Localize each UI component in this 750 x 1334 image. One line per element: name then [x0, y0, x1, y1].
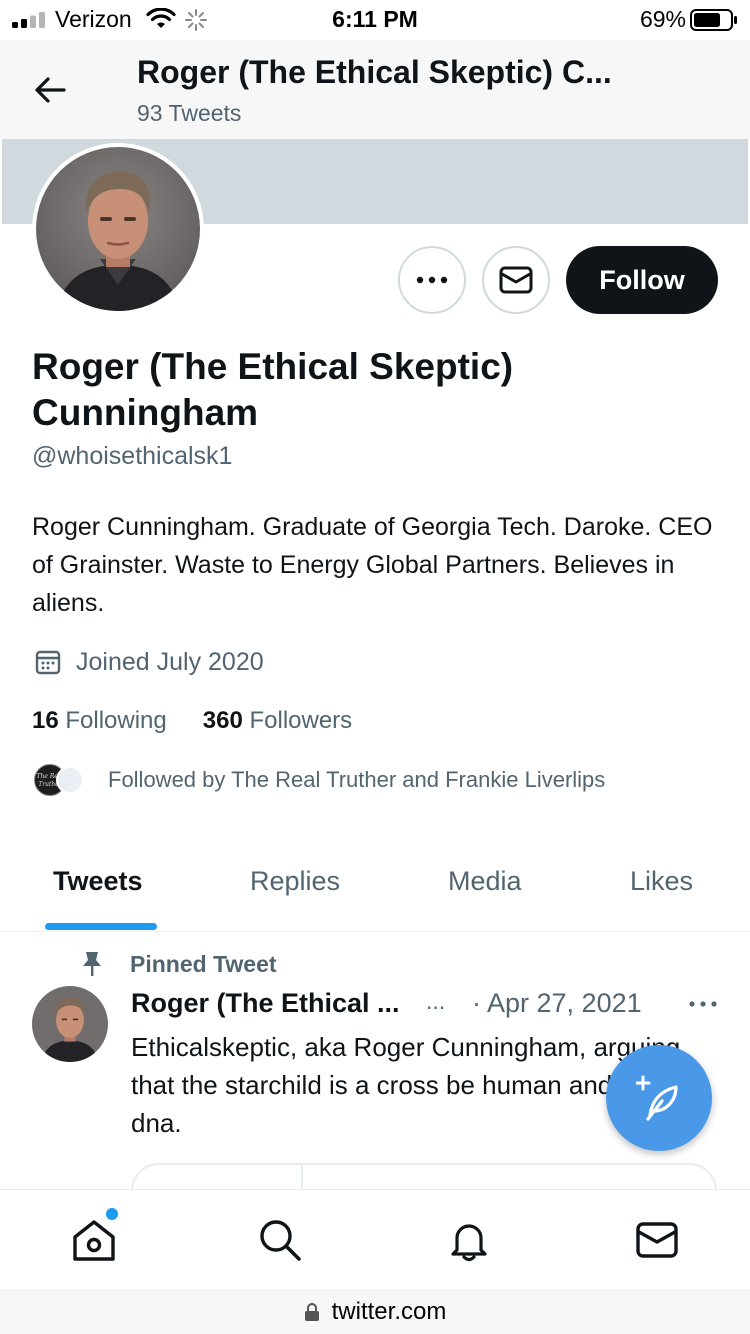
- compose-feather-icon: [636, 1075, 678, 1121]
- nav-notifications[interactable]: [445, 1216, 493, 1264]
- battery-percent: 69%: [639, 6, 686, 32]
- tweet-author-name[interactable]: Roger (The Ethical ...: [131, 988, 400, 1019]
- following-count: 16: [32, 707, 59, 734]
- tweet-date[interactable]: · Apr 27, 2021: [472, 988, 642, 1019]
- battery-icon: [690, 9, 737, 31]
- profile-avatar[interactable]: [32, 143, 204, 315]
- lock-icon: [304, 1302, 319, 1321]
- followed-by-avatars: The Real Truther: [32, 762, 108, 798]
- followed-by-text: Followed by The Real Truther and Frankie…: [108, 767, 606, 792]
- tweet-handle-truncated: ...: [426, 988, 446, 1014]
- more-options-button[interactable]: [398, 246, 466, 314]
- profile-bio: Roger Cunningham. Graduate of Georgia Te…: [32, 513, 713, 617]
- profile-tabs: Tweets Replies Media Likes: [0, 850, 750, 932]
- mail-icon: [636, 1222, 678, 1258]
- followers-link[interactable]: 360 Followers: [203, 707, 352, 735]
- tab-replies[interactable]: Replies: [250, 866, 340, 897]
- mail-icon: [499, 266, 533, 294]
- profile-header-bar: Roger (The Ethical Skeptic) C... 93 Twee…: [0, 40, 750, 139]
- following-label: Following: [65, 707, 167, 734]
- more-dots-icon: [689, 1001, 717, 1007]
- tweet-more-button[interactable]: [686, 990, 720, 1018]
- browser-url-bar[interactable]: twitter.com: [0, 1289, 750, 1334]
- bell-icon: [451, 1224, 487, 1262]
- tab-tweets[interactable]: Tweets: [53, 866, 143, 897]
- header-tweet-count: 93 Tweets: [137, 100, 242, 126]
- profile-name: Roger (The Ethical Skeptic) Cunningham: [32, 346, 514, 433]
- pin-icon: [83, 952, 101, 976]
- joined-text: Joined July 2020: [76, 647, 264, 676]
- tab-likes[interactable]: Likes: [630, 866, 693, 897]
- more-dots-icon: [416, 276, 448, 284]
- status-bar: Verizon 6:11 PM 69%: [0, 0, 750, 40]
- followers-count: 360: [202, 707, 243, 734]
- url-domain: twitter.com: [331, 1297, 447, 1325]
- bottom-navigation: [0, 1189, 750, 1289]
- joined-date: Joined July 2020: [34, 645, 264, 679]
- follow-button[interactable]: Follow: [566, 246, 718, 314]
- tweet-author-avatar[interactable]: [32, 986, 108, 1062]
- header-title: Roger (The Ethical Skeptic) C...: [137, 54, 612, 90]
- nav-search[interactable]: [256, 1216, 304, 1264]
- search-icon: [260, 1220, 301, 1261]
- active-tab-indicator: [45, 923, 157, 930]
- tab-media[interactable]: Media: [448, 866, 522, 897]
- followed-by-row[interactable]: The Real Truther Followed by The Real Tr…: [32, 762, 605, 798]
- nav-messages[interactable]: [633, 1216, 681, 1264]
- home-notification-dot: [106, 1208, 118, 1220]
- pinned-tweet-label: Pinned Tweet: [80, 948, 277, 980]
- calendar-icon: [35, 650, 61, 675]
- follow-stats: 16 Following 360 Followers: [32, 707, 388, 735]
- compose-tweet-button[interactable]: [606, 1045, 712, 1151]
- message-button[interactable]: [482, 246, 550, 314]
- followers-label: Followers: [249, 707, 353, 734]
- mini-avatar-frankie: [56, 766, 84, 794]
- profile-photo: [36, 147, 200, 311]
- status-time: 6:11 PM: [332, 6, 418, 32]
- back-button[interactable]: [30, 72, 70, 108]
- back-arrow-icon: [35, 77, 66, 103]
- nav-home[interactable]: [70, 1216, 118, 1264]
- home-icon: [73, 1220, 115, 1261]
- following-link[interactable]: 16 Following: [32, 707, 167, 735]
- profile-handle: @whoisethicalsk1: [32, 442, 233, 470]
- pinned-text: Pinned Tweet: [130, 950, 277, 977]
- tweet-author-photo: [32, 986, 108, 1062]
